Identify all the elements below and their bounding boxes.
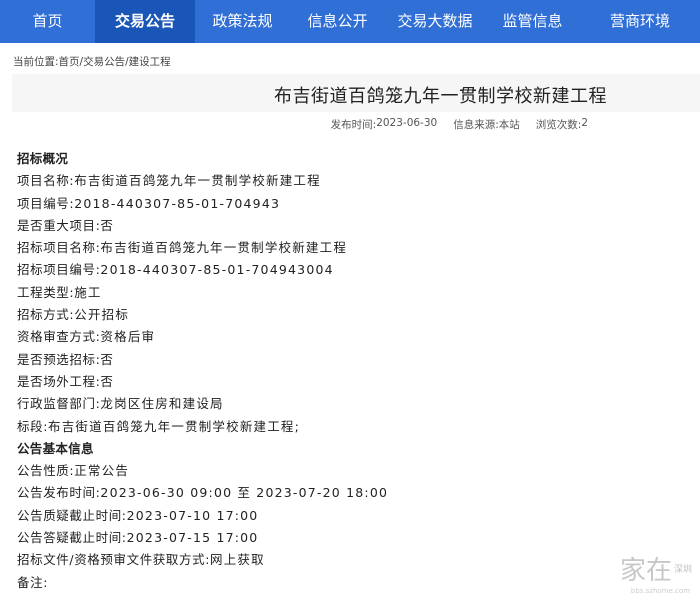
info-row: 是否预选招标:否 [17,349,687,371]
info-value: 布吉街道百鸽笼九年一贯制学校新建工程; [48,418,301,434]
info-label: 工程类型: [17,284,75,300]
info-row: 公告答疑截止时间:2023-07-15 17:00 [17,527,687,549]
info-value: 网上获取 [210,552,265,568]
page-title: 布吉街道百鸽笼九年一贯制学校新建工程 [274,86,607,107]
info-row: 是否重大项目:否 [17,215,687,237]
view-count-label: 浏览次数: [535,119,582,131]
info-source-value: 本站 [498,119,520,131]
nav-item-6[interactable]: 营商环境 [580,0,700,43]
breadcrumb-label: 当前位置: [13,56,59,68]
info-value: 2018-440307-85-01-704943 [74,195,281,211]
info-row: 工程类型:施工 [17,282,687,304]
info-label: 备注: [17,574,49,590]
nav-item-5[interactable]: 监管信息 [485,0,580,43]
watermark-sub: 深圳 [673,565,692,575]
info-label: 公告答疑截止时间: [17,530,127,546]
info-label: 招标概况 [17,151,69,166]
info-label: 资格审查方式: [17,329,101,345]
info-row: 备注: [17,572,687,594]
view-count-value: 2 [581,117,588,129]
info-row: 招标项目名称:布吉街道百鸽笼九年一贯制学校新建工程 [17,237,687,259]
nav-item-3[interactable]: 信息公开 [290,0,385,43]
breadcrumb: 当前位置:首页/交易公告/建设工程 [13,54,171,69]
info-value: 否 [100,373,115,389]
info-row: 资格审查方式:资格后审 [17,326,687,348]
info-value: 公开招标 [74,307,130,323]
info-value: 2023-07-15 17:00 [126,530,259,546]
watermark-logo: 家在 深圳 [620,550,692,587]
info-row: 行政监督部门:龙岗区住房和建设局 [17,393,687,415]
article-content: 招标概况 项目名称:布吉街道百鸽笼九年一贯制学校新建工程 项目编号:2018-440… [17,148,687,594]
nav-item-2[interactable]: 政策法规 [195,0,290,43]
info-row: 招标方式:公开招标 [17,304,687,326]
info-row: 标段:布吉街道百鸽笼九年一贯制学校新建工程; [17,416,687,438]
info-row: 招标文件/资格预审文件获取方式:网上获取 [17,549,687,571]
info-value: 布吉街道百鸽笼九年一贯制学校新建工程 [74,173,321,189]
title-bar: 布吉街道百鸽笼九年一贯制学校新建工程 [12,74,700,112]
breadcrumb-path[interactable]: 首页/交易公告/建设工程 [59,56,171,68]
watermark-main: 家在 [619,556,672,586]
info-value: 否 [100,351,115,367]
info-value: 资格后审 [100,329,156,345]
info-label: 公告性质: [17,463,75,479]
top-navigation: 首页 交易公告 政策法规 信息公开 交易大数据 监管信息 营商环境 [0,0,700,43]
info-value: 2023-06-30 09:00 至 2023-07-20 18:00 [100,485,389,501]
info-row: 是否场外工程:否 [17,371,687,393]
info-value: 布吉街道百鸽笼九年一贯制学校新建工程 [100,240,348,256]
info-label: 招标项目编号: [17,262,101,278]
info-value: 2018-440307-85-01-704943004 [100,262,334,278]
info-row: 项目编号:2018-440307-85-01-704943 [17,193,687,215]
nav-item-0[interactable]: 首页 [0,0,95,43]
info-row: 公告发布时间:2023-06-30 09:00 至 2023-07-20 18:… [17,482,687,504]
publish-time: 发布时间: 2023-06-30 [331,117,438,132]
section-heading: 招标概况 [17,148,687,170]
info-value: 否 [100,217,115,233]
info-value: 施工 [74,284,102,300]
view-count: 浏览次数: 2 [536,117,588,132]
info-value: 龙岗区住房和建设局 [100,396,224,412]
info-source-label: 信息来源: [453,119,499,131]
info-value: 正常公告 [74,463,130,479]
info-source: 信息来源: 本站 [453,117,520,132]
info-label: 招标方式: [17,307,75,323]
watermark-url: bbs.szhome.com [630,587,690,595]
info-value: 2023-07-10 17:00 [126,507,259,523]
info-label: 行政监督部门: [17,396,101,412]
nav-item-1[interactable]: 交易公告 [95,0,195,43]
info-label: 招标项目名称: [17,240,101,256]
info-label: 招标文件/资格预审文件获取方式: [17,552,211,568]
info-row: 公告性质:正常公告 [17,460,687,482]
nav-item-4[interactable]: 交易大数据 [385,0,485,43]
info-label: 是否场外工程: [17,373,101,389]
info-label: 是否重大项目: [17,217,101,233]
section-heading: 公告基本信息 [17,438,687,460]
info-label: 公告基本信息 [17,440,94,456]
article-meta: 发布时间: 2023-06-30 信息来源: 本站 浏览次数: 2 [331,117,588,132]
info-row: 招标项目编号:2018-440307-85-01-704943004 [17,259,687,281]
info-row: 公告质疑截止时间:2023-07-10 17:00 [17,505,687,527]
info-label: 项目编号: [17,195,75,211]
publish-time-label: 发布时间: [330,119,377,131]
publish-time-value: 2023-06-30 [376,117,438,129]
info-row: 项目名称:布吉街道百鸽笼九年一贯制学校新建工程 [17,170,687,192]
info-label: 标段: [17,418,49,434]
info-label: 公告质疑截止时间: [17,507,127,523]
info-label: 是否预选招标: [17,351,101,367]
info-label: 公告发布时间: [17,485,101,501]
info-label: 项目名称: [17,173,75,189]
